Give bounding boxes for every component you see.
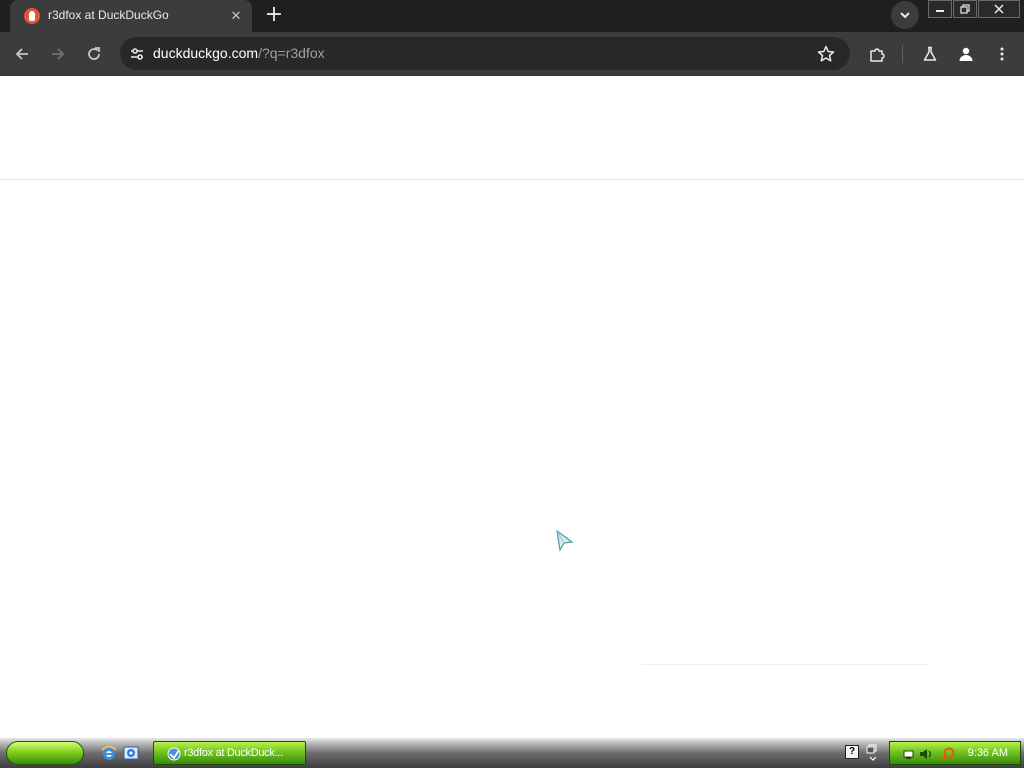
extensions-button[interactable] [865,42,889,66]
duckduckgo-icon [24,8,40,24]
puzzle-icon [870,48,885,62]
star-icon [817,45,835,62]
profile-button[interactable] [954,42,978,66]
divider [642,664,927,665]
forward-arrow-icon [52,48,65,60]
new-tab-button[interactable]: + [262,3,286,27]
url-text[interactable]: duckduckgo.com/?q=r3dfox [153,45,325,61]
tab-active[interactable]: r3dfox at DuckDuckGo ✕ [10,0,252,32]
tab-strip: r3dfox at DuckDuckGo ✕ + [0,0,1024,32]
tune-icon [131,48,143,60]
tab-search-button[interactable] [891,1,919,29]
back-arrow-icon [15,48,28,60]
volume-icon[interactable] [920,749,932,759]
flask-icon [923,46,937,61]
close-icon [994,4,1004,14]
clock: 9:36 AM [967,747,1008,759]
minimize-icon [936,10,944,12]
page-header [0,76,1024,180]
restore-button[interactable] [953,0,977,18]
chevron-down-icon [900,12,910,19]
internet-explorer-icon[interactable] [100,744,118,762]
menu-button[interactable] [990,42,1014,66]
browser-icon [166,746,182,762]
window-close-button[interactable] [978,0,1020,18]
toolbar-divider [902,45,903,63]
labs-button[interactable] [918,42,942,66]
start-button[interactable] [6,741,84,765]
kebab-menu-icon [1000,47,1004,61]
network-icon[interactable] [903,750,914,759]
site-info-button[interactable] [126,43,148,65]
browser-toolbar: duckduckgo.com/?q=r3dfox [0,32,1024,76]
tray-icons [902,746,962,762]
reload-button[interactable] [82,42,106,66]
taskbar-item-label: r3dfox at DuckDuck... [184,747,283,759]
tab-title: r3dfox at DuckDuckGo [48,8,169,22]
screen: r3dfox at DuckDuckGo ✕ + duckduckgo.com/… [0,0,1024,768]
forward-button[interactable] [46,42,70,66]
address-bar[interactable]: duckduckgo.com/?q=r3dfox [120,37,850,70]
reload-icon [88,47,100,60]
back-button[interactable] [10,42,34,66]
mouse-cursor-icon [556,529,574,552]
url-path: /?q=r3dfox [258,45,325,61]
taskbar: r3dfox at DuckDuck... ? 9:36 AM [0,738,1024,768]
minimize-button[interactable] [928,0,952,18]
restore-icon[interactable] [866,742,880,764]
restore-icon [960,4,970,14]
outlook-express-icon[interactable] [122,744,140,762]
bookmark-button[interactable] [815,43,837,65]
page-content [0,76,1024,738]
search-icon[interactable] [941,747,955,761]
help-icon[interactable]: ? [845,745,859,759]
profile-icon [959,47,973,61]
system-tray: 9:36 AM [889,741,1021,765]
taskbar-item-browser[interactable]: r3dfox at DuckDuck... [153,741,306,765]
url-host: duckduckgo.com [153,45,259,61]
close-icon[interactable]: ✕ [226,6,246,26]
